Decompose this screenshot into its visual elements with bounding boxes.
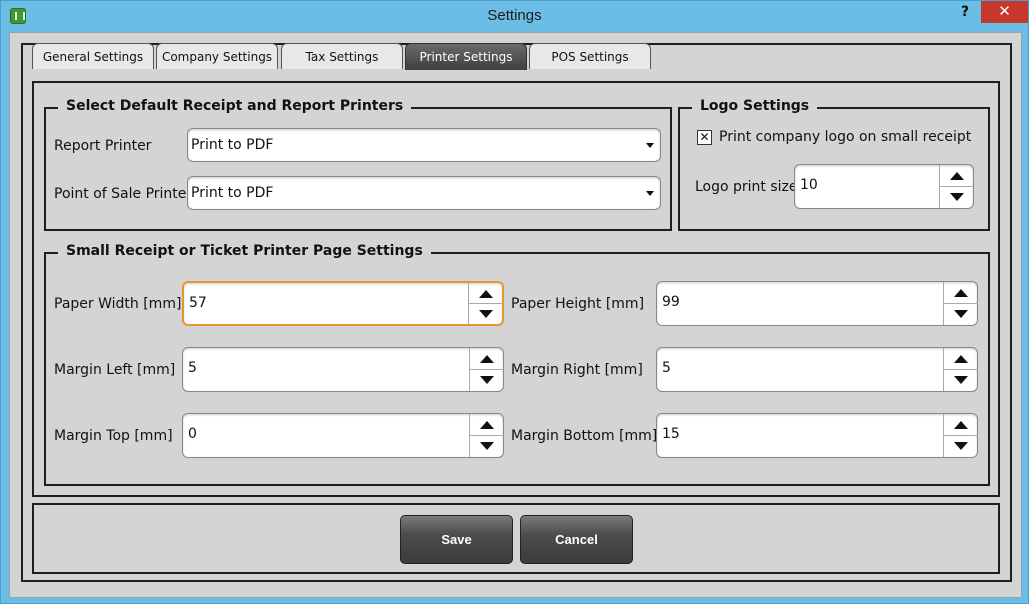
margin-bottom-stepper[interactable]: 15 <box>656 413 978 458</box>
margin-right-value: 5 <box>662 360 671 376</box>
logo-size-value: 10 <box>800 177 818 193</box>
cancel-button[interactable]: Cancel <box>520 515 633 564</box>
paper-width-spin-buttons <box>468 283 503 325</box>
logo-size-label: Logo print size <box>695 179 798 195</box>
title-bar[interactable]: Settings ? ✕ <box>1 1 1028 31</box>
print-logo-checkbox[interactable]: ✕ <box>697 130 712 145</box>
paper-width-stepper[interactable]: 57 <box>182 281 504 326</box>
increment-icon[interactable] <box>940 165 974 187</box>
report-printer-label: Report Printer <box>54 138 152 154</box>
chevron-down-icon <box>646 143 654 148</box>
increment-icon[interactable] <box>469 283 503 304</box>
tab-company-settings[interactable]: Company Settings <box>156 43 278 69</box>
printers-group: Select Default Receipt and Report Printe… <box>44 98 672 231</box>
margin-top-spin-buttons <box>469 414 504 458</box>
page-settings-group: Small Receipt or Ticket Printer Page Set… <box>44 243 990 486</box>
margin-left-spin-buttons <box>469 348 504 392</box>
help-button[interactable]: ? <box>951 1 979 23</box>
pos-printer-value: Print to PDF <box>191 185 274 201</box>
decrement-icon[interactable] <box>944 370 978 392</box>
pos-printer-select[interactable]: Print to PDF <box>187 176 661 210</box>
close-button[interactable]: ✕ <box>981 1 1028 23</box>
decrement-icon[interactable] <box>944 304 978 326</box>
margin-bottom-value: 15 <box>662 426 680 442</box>
report-printer-value: Print to PDF <box>191 137 274 153</box>
margin-left-label: Margin Left [mm] <box>54 362 176 378</box>
close-icon: ✕ <box>998 2 1011 20</box>
paper-height-label: Paper Height [mm] <box>511 296 645 312</box>
paper-width-label: Paper Width [mm] <box>54 296 182 312</box>
tab-tax-settings[interactable]: Tax Settings <box>281 43 403 69</box>
logo-group-title: Logo Settings <box>692 98 818 114</box>
tab-pos-settings[interactable]: POS Settings <box>529 43 651 69</box>
logo-group: Logo Settings ✕ Print company logo on sm… <box>678 98 990 231</box>
action-bar: Save Cancel <box>32 503 1000 574</box>
margin-top-stepper[interactable]: 0 <box>182 413 504 458</box>
increment-icon[interactable] <box>944 414 978 436</box>
increment-icon[interactable] <box>470 414 504 436</box>
margin-left-value: 5 <box>188 360 197 376</box>
decrement-icon[interactable] <box>469 304 503 325</box>
margin-right-spin-buttons <box>943 348 978 392</box>
tab-printer-settings[interactable]: Printer Settings <box>405 43 527 70</box>
printers-group-title: Select Default Receipt and Report Printe… <box>58 98 412 114</box>
window-title: Settings <box>487 7 542 24</box>
increment-icon[interactable] <box>470 348 504 370</box>
printer-settings-panel: Select Default Receipt and Report Printe… <box>32 81 1000 497</box>
margin-left-stepper[interactable]: 5 <box>182 347 504 392</box>
paper-width-value: 57 <box>189 295 207 311</box>
logo-size-stepper[interactable]: 10 <box>794 164 974 209</box>
settings-window: Settings ? ✕ General Settings Company Se… <box>0 0 1029 604</box>
decrement-icon[interactable] <box>944 436 978 458</box>
margin-top-label: Margin Top [mm] <box>54 428 173 444</box>
decrement-icon[interactable] <box>470 436 504 458</box>
print-logo-label: Print company logo on small receipt <box>719 129 972 145</box>
decrement-icon[interactable] <box>940 187 974 209</box>
increment-icon[interactable] <box>944 282 978 304</box>
margin-top-value: 0 <box>188 426 197 442</box>
paper-height-stepper[interactable]: 99 <box>656 281 978 326</box>
report-printer-select[interactable]: Print to PDF <box>187 128 661 162</box>
page-settings-group-title: Small Receipt or Ticket Printer Page Set… <box>58 243 431 259</box>
pos-printer-label: Point of Sale Printer <box>54 186 193 202</box>
margin-bottom-label: Margin Bottom [mm] <box>511 428 658 444</box>
check-mark-icon: ✕ <box>699 130 710 144</box>
decrement-icon[interactable] <box>470 370 504 392</box>
increment-icon[interactable] <box>944 348 978 370</box>
save-button[interactable]: Save <box>400 515 513 564</box>
paper-height-value: 99 <box>662 294 680 310</box>
logo-size-spin-buttons <box>939 165 974 209</box>
paper-height-spin-buttons <box>943 282 978 326</box>
margin-right-label: Margin Right [mm] <box>511 362 643 378</box>
margin-bottom-spin-buttons <box>943 414 978 458</box>
dialog-body: General Settings Company Settings Tax Se… <box>9 32 1022 598</box>
margin-right-stepper[interactable]: 5 <box>656 347 978 392</box>
chevron-down-icon <box>646 191 654 196</box>
tab-general-settings[interactable]: General Settings <box>32 43 154 69</box>
